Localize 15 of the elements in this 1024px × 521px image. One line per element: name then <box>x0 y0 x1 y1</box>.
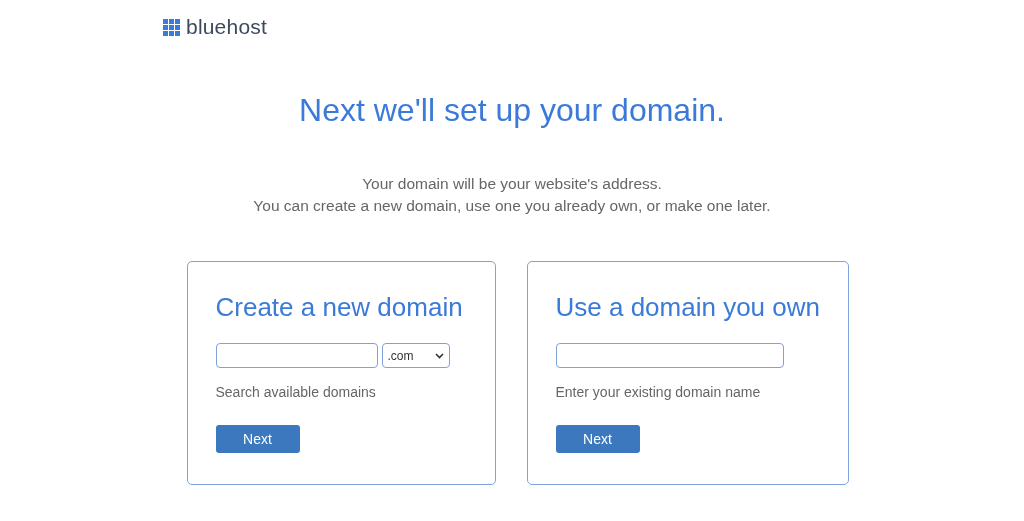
logo-text: bluehost <box>186 15 267 39</box>
domain-input-field[interactable] <box>215 343 378 368</box>
domain-input-field[interactable] <box>555 343 784 368</box>
page-heading: Next we'll set up your domain. <box>298 92 726 129</box>
field-hint: Search available domains <box>215 384 376 400</box>
tld-dropdown[interactable]: .com <box>381 343 450 368</box>
card-title: Use a domain you own <box>555 292 820 323</box>
logo-grid-icon <box>163 18 180 36</box>
field-hint: Enter your existing domain name <box>555 384 761 400</box>
chevron-icon <box>434 352 444 359</box>
next-button[interactable]: Next <box>555 425 640 453</box>
intro-text: You can create a new domain, use one you already own, or make one later. <box>253 197 771 215</box>
next-button[interactable]: Next <box>215 425 300 453</box>
card-title: Create a new domain <box>215 292 463 323</box>
intro-text: Your domain will be your website's address. <box>362 175 662 193</box>
